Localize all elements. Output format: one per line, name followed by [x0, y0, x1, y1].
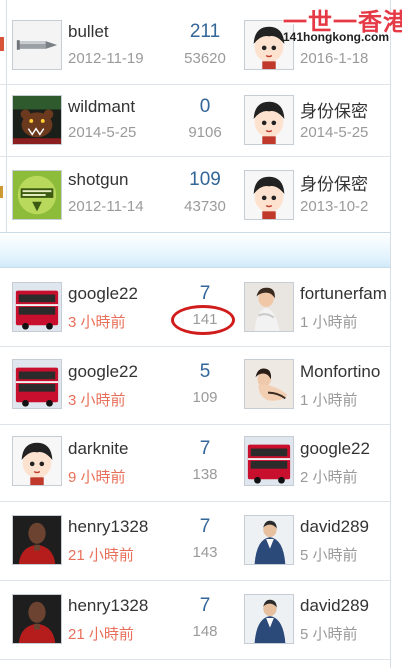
last-poster-name[interactable]: 身份保密: [300, 170, 368, 195]
row-divider: [0, 580, 390, 581]
view-count: 109: [192, 389, 218, 406]
bus-avatar-icon: [13, 283, 61, 331]
reply-count[interactable]: 211: [170, 21, 240, 43]
person-avatar-icon: [245, 516, 293, 564]
last-post-time: 2016-1-18: [300, 50, 369, 67]
last-poster-name[interactable]: fortunerfam: [300, 284, 387, 304]
reply-count[interactable]: 109: [170, 169, 240, 191]
person-avatar-icon: [13, 595, 61, 643]
thread-poster[interactable]: wildmant: [68, 97, 135, 117]
column-divider-right: [390, 0, 391, 668]
avatar-wildmant[interactable]: [12, 95, 62, 145]
game-logo-avatar-icon: [13, 171, 61, 219]
bus-avatar-icon: [245, 437, 293, 485]
thread-post-time: 3 小時前: [68, 392, 126, 409]
thread-poster[interactable]: henry1328: [68, 596, 148, 616]
avatar-google22[interactable]: [12, 282, 62, 332]
thread-post-date: 2012-11-19: [68, 50, 144, 67]
bus-avatar-icon: [13, 360, 61, 408]
last-poster-name[interactable]: 身份保密: [300, 97, 368, 122]
last-poster-avatar[interactable]: [244, 359, 294, 409]
thread-poster[interactable]: henry1328: [68, 517, 148, 537]
last-post-time: 1 小時前: [300, 314, 358, 331]
last-post-time: 1 小時前: [300, 392, 358, 409]
left-edge-marker: [0, 37, 4, 51]
thread-poster[interactable]: google22: [68, 284, 138, 304]
thread-post-time: 21 小時前: [68, 626, 134, 643]
thread-post-time: 3 小時前: [68, 314, 126, 331]
view-count: 143: [192, 544, 218, 561]
person-avatar-icon: [245, 360, 293, 408]
watermark-url: 141hongkong.com: [283, 30, 390, 44]
reply-count[interactable]: 7: [170, 438, 240, 460]
highlight-circle: [171, 305, 235, 335]
thread-poster[interactable]: google22: [68, 362, 138, 382]
thread-poster[interactable]: bullet: [68, 22, 109, 42]
person-avatar-icon: [245, 595, 293, 643]
view-count: 148: [192, 623, 218, 640]
bear-avatar-icon: [13, 96, 61, 144]
person-avatar-icon: [245, 283, 293, 331]
avatar-henry1328[interactable]: [12, 594, 62, 644]
row-divider: [0, 659, 390, 660]
column-divider-left: [6, 0, 7, 232]
thread-post-time: 21 小時前: [68, 547, 134, 564]
view-count: 53620: [184, 50, 226, 67]
reply-count[interactable]: 0: [170, 96, 240, 118]
bullet-icon: [13, 21, 61, 69]
default-avatar-icon: [13, 437, 61, 485]
section-separator-band: [0, 232, 390, 268]
row-divider: [0, 346, 390, 347]
reply-count[interactable]: 7: [170, 283, 240, 305]
view-count: 9106: [188, 124, 222, 141]
avatar-shotgun[interactable]: [12, 170, 62, 220]
avatar-darknite[interactable]: [12, 436, 62, 486]
thread-post-date: 2012-11-14: [68, 198, 144, 215]
last-poster-avatar[interactable]: [244, 95, 294, 145]
view-count: 43730: [184, 198, 226, 215]
last-poster-name[interactable]: Monfortino: [300, 362, 380, 382]
view-count: 138: [192, 466, 218, 483]
row-divider: [0, 501, 390, 502]
last-post-time: 5 小時前: [300, 626, 358, 643]
reply-count[interactable]: 7: [170, 595, 240, 617]
left-edge-marker: [0, 186, 3, 198]
avatar-google22[interactable]: [12, 359, 62, 409]
last-poster-avatar[interactable]: [244, 594, 294, 644]
thread-post-date: 2014-5-25: [68, 124, 137, 141]
avatar-bullet[interactable]: [12, 20, 62, 70]
avatar-henry1328[interactable]: [12, 515, 62, 565]
last-poster-avatar[interactable]: [244, 515, 294, 565]
last-post-time: 2013-10-2: [300, 198, 369, 215]
last-poster-avatar[interactable]: [244, 170, 294, 220]
last-post-time: 5 小時前: [300, 547, 358, 564]
default-avatar-icon: [245, 171, 293, 219]
last-post-time: 2 小時前: [300, 469, 358, 486]
person-avatar-icon: [13, 516, 61, 564]
default-avatar-icon: [245, 96, 293, 144]
last-poster-name[interactable]: google22: [300, 439, 370, 459]
thread-poster[interactable]: darknite: [68, 439, 128, 459]
last-poster-name[interactable]: david289: [300, 517, 369, 537]
last-poster-avatar[interactable]: [244, 436, 294, 486]
last-poster-name[interactable]: david289: [300, 596, 369, 616]
band-bottom-border: [0, 267, 390, 268]
reply-count[interactable]: 7: [170, 516, 240, 538]
last-post-time: 2014-5-25: [300, 124, 369, 141]
band-top-border: [0, 232, 390, 233]
row-divider: [0, 84, 390, 85]
row-divider: [0, 156, 390, 157]
thread-post-time: 9 小時前: [68, 469, 126, 486]
row-divider: [0, 424, 390, 425]
thread-poster[interactable]: shotgun: [68, 170, 129, 190]
reply-count[interactable]: 5: [170, 361, 240, 383]
last-poster-avatar[interactable]: [244, 282, 294, 332]
